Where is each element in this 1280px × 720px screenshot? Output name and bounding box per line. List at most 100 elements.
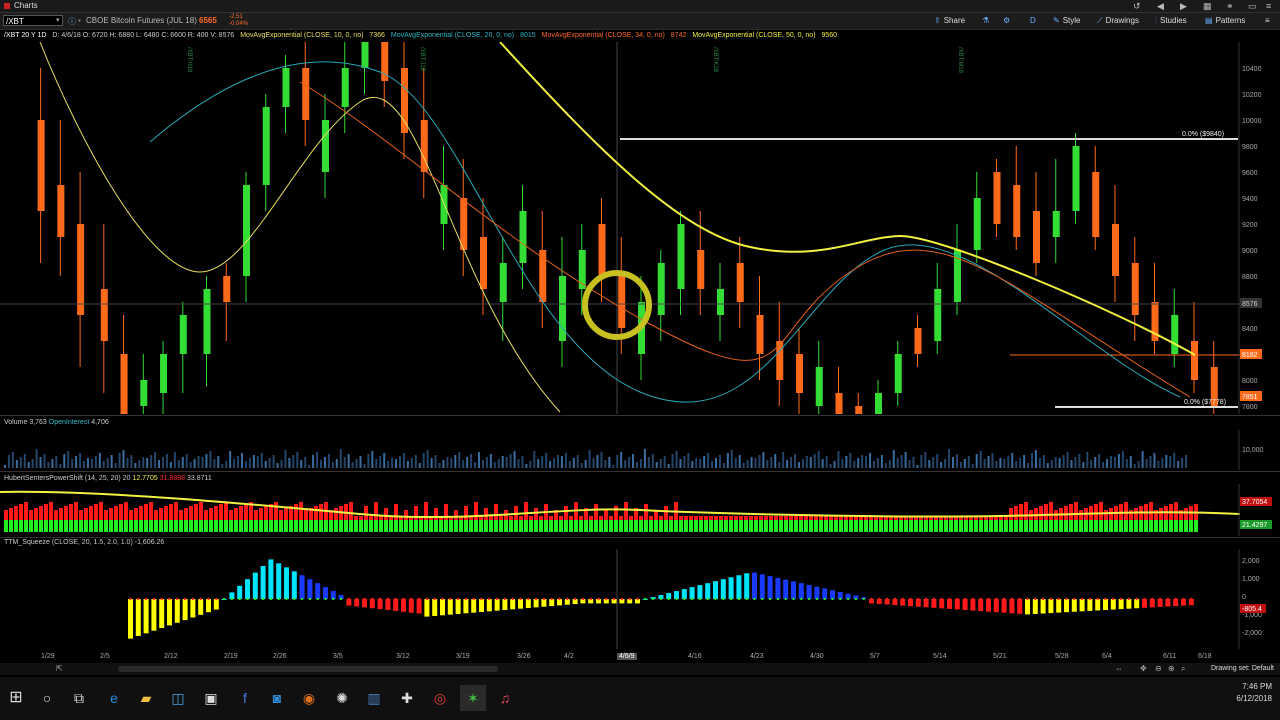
powershift-red-bar [729,516,733,520]
briefcase-icon[interactable]: ▣ [198,685,224,711]
puzzle-app-icon[interactable]: ✚ [394,685,420,711]
ma34-label[interactable]: MovAvgExponential (CLOSE, 34, 0, no) [542,32,665,39]
zoom-fit-icon[interactable]: ⇔ [1115,664,1123,673]
ma50-label[interactable]: MovAvgExponential (CLOSE, 50, 0, no) [692,32,815,39]
powershift-green-bar [54,520,58,532]
price-chart[interactable]: 0.0% ($9840) 0.0% ($7778) /XBT:H18 /XBT:… [0,42,1280,414]
thinkorswim-icon[interactable]: ✶ [460,685,486,711]
volume-bar [280,460,283,468]
forward-arrow-icon[interactable]: ▶ [1180,0,1187,12]
drawings-label: Drawings [1105,16,1139,25]
back-arrow-icon[interactable]: ◀ [1157,0,1164,12]
powershift-green-bar [229,520,233,532]
drawings-button[interactable]: ⟋ Drawings [1097,13,1139,29]
flask-button[interactable]: ⚗ [982,13,992,29]
settings-button[interactable]: ⚙ [1003,13,1013,29]
pane-separator-1[interactable] [0,415,1280,416]
cortana-icon[interactable]: ○ [34,685,60,711]
patterns-button[interactable]: ▤ Patterns [1205,13,1245,29]
zoom-in-icon[interactable]: ⊕ [1168,664,1175,673]
squeeze-dot [1174,597,1177,601]
powershift-green-bar [484,520,488,532]
squeeze-dot [831,597,834,601]
powershift-green-bar [274,520,278,532]
task-view-icon[interactable]: ⧉ [66,685,92,711]
info-icon[interactable]: ⓘ [68,16,76,27]
pan-icon[interactable]: ✥ [1140,664,1147,673]
volume-bar [434,455,437,468]
powershift-red-bar [1044,504,1048,520]
squeeze-bar [479,599,484,612]
style-button[interactable]: ✎ Style [1053,13,1081,29]
toolbar-menu-icon[interactable]: ≡ [1265,13,1270,29]
app-square-icon[interactable]: ◙ [264,685,290,711]
squeeze-bar [791,581,796,599]
undo-icon[interactable]: ↺ [1133,0,1141,12]
charts-tab[interactable]: Charts [4,0,38,12]
powershift-green-bar [289,520,293,532]
squeeze-dot [441,597,444,601]
powershift-green-bar [444,520,448,532]
file-explorer-icon[interactable]: ▰ [133,685,159,711]
volume-bar [426,450,429,468]
volume-bar [916,465,919,468]
powershift-red-bar [564,506,568,520]
powershift-green-bar [859,520,863,532]
volume-bar [347,454,350,468]
volume-bar [1169,456,1172,468]
powershift-green-bar [414,520,418,532]
firefox-icon[interactable]: ◉ [296,685,322,711]
time-axis[interactable]: 1/29 2/5 2/12 2/19 2/26 3/5 3/12 3/19 3/26 4/2 4/6… [0,651,1280,663]
volume-bar [1066,452,1069,468]
bank-app-icon[interactable]: ▥ [361,685,387,711]
volume-bar [1003,459,1006,468]
grid-icon[interactable]: ▦ [1203,0,1212,12]
share-button[interactable]: ⇪ Share [934,13,965,29]
facebook-icon[interactable]: f [232,685,258,711]
link-icon[interactable]: ⚭ [1226,0,1234,12]
candle-body [1033,211,1040,263]
store-icon[interactable]: ◫ [165,685,191,711]
flag-icon[interactable]: ▪ [78,16,81,25]
squeeze-dot [651,597,655,601]
magnifier-icon[interactable]: ⌕ [1181,664,1185,674]
expand-icon[interactable]: ⇱ [56,664,63,673]
edge-browser-icon[interactable]: e [101,685,127,711]
pane-separator-3[interactable] [0,537,1280,538]
system-clock[interactable]: 7:46 PM 6/12/2018 [1236,681,1272,705]
window-icon[interactable]: ▭ [1248,0,1257,12]
volume-bar [59,464,62,468]
powershift-red-bar [154,510,158,520]
studies-button[interactable]: ⫶ Studies [1155,13,1187,29]
squeeze-chart[interactable]: 2,000 1,000 0 -1,000 -2,000 -805.4 [0,549,1280,649]
ma20-label[interactable]: MovAvgExponential (CLOSE, 20, 0, no) [391,32,514,39]
ma10-label[interactable]: MovAvgExponential (CLOSE, 10, 0, no) [240,32,363,39]
chrome-icon[interactable]: ◎ [427,685,453,711]
volume-chart[interactable]: 10,000 [0,430,1280,470]
symbol-input[interactable]: /XBT [3,15,63,26]
zoom-out-icon[interactable]: ⊖ [1155,664,1162,673]
squeeze-dot [417,597,421,601]
chart-scrollbar[interactable]: ⇱ ⇔ ✥ ⊖ ⊕ ⌕ Drawing set: Default [0,663,1280,675]
pinwheel-icon[interactable]: ✺ [329,685,355,711]
powershift-green-bar [964,520,968,532]
itunes-icon[interactable]: ♫ [492,685,518,711]
price-tick-label: 8400 [1242,326,1258,333]
powershift-chart[interactable]: 37.7054 21.4297 [0,484,1280,536]
squeeze-dot [308,597,312,601]
squeeze-dot [269,597,273,601]
pane-separator-2[interactable] [0,471,1280,472]
windows-start-icon[interactable]: ⊞ [3,685,29,711]
drawing-set-label[interactable]: Drawing set: Default [1211,665,1274,672]
menu-icon[interactable]: ≡ [1266,0,1271,12]
symbol-dropdown-icon[interactable]: ▾ [56,16,60,24]
ma20-value: 8015 [520,32,536,39]
timeframe-button[interactable]: D [1030,13,1036,29]
powershift-red-bar [534,508,538,520]
squeeze-dot [683,597,686,601]
volume-bar [79,453,82,468]
volume-bar [1062,455,1065,468]
squeeze-bar [167,599,172,626]
scroll-thumb[interactable] [118,666,498,672]
candle-body [1171,315,1179,354]
